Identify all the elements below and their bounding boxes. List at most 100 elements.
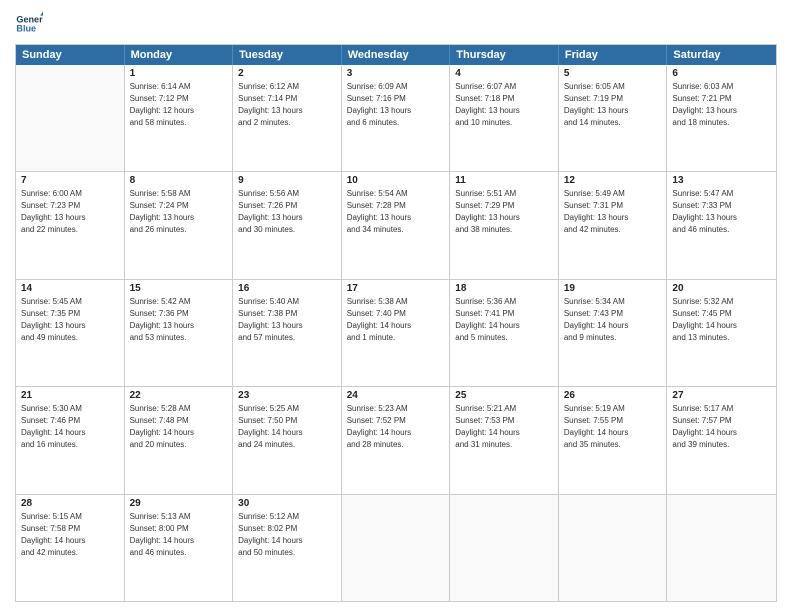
header-day-thursday: Thursday [450,45,559,65]
cal-cell: 16 Sunrise: 5:40 AMSunset: 7:38 PMDayligh… [233,280,342,386]
header: General Blue [15,10,777,38]
cell-info: Sunrise: 5:13 AMSunset: 8:00 PMDaylight:… [130,511,228,559]
cal-cell: 13 Sunrise: 5:47 AMSunset: 7:33 PMDayligh… [667,172,776,278]
cell-info: Sunrise: 5:23 AMSunset: 7:52 PMDaylight:… [347,403,445,451]
day-number: 8 [130,175,228,186]
day-number: 17 [347,283,445,294]
header-day-saturday: Saturday [667,45,776,65]
day-number: 29 [130,498,228,509]
day-number: 25 [455,390,553,401]
cell-info: Sunrise: 5:32 AMSunset: 7:45 PMDaylight:… [672,296,771,344]
day-number: 5 [564,68,662,79]
cal-cell: 10 Sunrise: 5:54 AMSunset: 7:28 PMDayligh… [342,172,451,278]
day-number: 4 [455,68,553,79]
week-row-2: 14Sunrise: 5:45 AMSunset: 7:35 PMDayligh… [16,279,776,386]
cell-info: Sunrise: 5:42 AMSunset: 7:36 PMDaylight:… [130,296,228,344]
page: General Blue SundayMondayTuesdayWednesda… [0,0,792,612]
cal-cell: 7 Sunrise: 6:00 AMSunset: 7:23 PMDaylight… [16,172,125,278]
cal-cell: 18 Sunrise: 5:36 AMSunset: 7:41 PMDayligh… [450,280,559,386]
cal-cell: 11 Sunrise: 5:51 AMSunset: 7:29 PMDayligh… [450,172,559,278]
cal-cell [667,495,776,601]
cell-info: Sunrise: 5:58 AMSunset: 7:24 PMDaylight:… [130,188,228,236]
cell-info: Sunrise: 5:38 AMSunset: 7:40 PMDaylight:… [347,296,445,344]
cal-cell: 14Sunrise: 5:45 AMSunset: 7:35 PMDayligh… [16,280,125,386]
header-day-tuesday: Tuesday [233,45,342,65]
week-row-3: 21 Sunrise: 5:30 AMSunset: 7:46 PMDayligh… [16,386,776,493]
logo-icon: General Blue [15,10,43,38]
week-row-4: 28 Sunrise: 5:15 AMSunset: 7:58 PMDayligh… [16,494,776,601]
day-number: 22 [130,390,228,401]
cell-info: Sunrise: 5:36 AMSunset: 7:41 PMDaylight:… [455,296,553,344]
cal-cell: 30 Sunrise: 5:12 AMSunset: 8:02 PMDayligh… [233,495,342,601]
cell-info: Sunrise: 5:40 AMSunset: 7:38 PMDaylight:… [238,296,336,344]
cal-cell: 28 Sunrise: 5:15 AMSunset: 7:58 PMDayligh… [16,495,125,601]
day-number: 6 [672,68,771,79]
day-number: 18 [455,283,553,294]
cal-cell: 29 Sunrise: 5:13 AMSunset: 8:00 PMDayligh… [125,495,234,601]
cal-cell [559,495,668,601]
day-number: 16 [238,283,336,294]
day-number: 7 [21,175,119,186]
cell-info: Sunrise: 6:05 AMSunset: 7:19 PMDaylight:… [564,81,662,129]
week-row-1: 7 Sunrise: 6:00 AMSunset: 7:23 PMDaylight… [16,171,776,278]
cell-info: Sunrise: 5:21 AMSunset: 7:53 PMDaylight:… [455,403,553,451]
cal-cell: 26 Sunrise: 5:19 AMSunset: 7:55 PMDayligh… [559,387,668,493]
cell-info: Sunrise: 5:15 AMSunset: 7:58 PMDaylight:… [21,511,119,559]
cal-cell: 3Sunrise: 6:09 AMSunset: 7:16 PMDaylight… [342,65,451,171]
cell-info: Sunrise: 5:45 AMSunset: 7:35 PMDaylight:… [21,296,119,344]
cal-cell: 15Sunrise: 5:42 AMSunset: 7:36 PMDayligh… [125,280,234,386]
day-number: 11 [455,175,553,186]
cell-info: Sunrise: 5:34 AMSunset: 7:43 PMDaylight:… [564,296,662,344]
cal-cell [342,495,451,601]
cal-cell: 19Sunrise: 5:34 AMSunset: 7:43 PMDayligh… [559,280,668,386]
cal-cell: 2 Sunrise: 6:12 AMSunset: 7:14 PMDaylight… [233,65,342,171]
cal-cell: 5 Sunrise: 6:05 AMSunset: 7:19 PMDaylight… [559,65,668,171]
cell-info: Sunrise: 5:17 AMSunset: 7:57 PMDaylight:… [672,403,771,451]
day-number: 20 [672,283,771,294]
cell-info: Sunrise: 5:25 AMSunset: 7:50 PMDaylight:… [238,403,336,451]
day-number: 2 [238,68,336,79]
calendar-body: 1 Sunrise: 6:14 AMSunset: 7:12 PMDaylight… [16,65,776,601]
day-number: 13 [672,175,771,186]
day-number: 26 [564,390,662,401]
cell-info: Sunrise: 5:19 AMSunset: 7:55 PMDaylight:… [564,403,662,451]
header-day-sunday: Sunday [16,45,125,65]
cell-info: Sunrise: 5:28 AMSunset: 7:48 PMDaylight:… [130,403,228,451]
cell-info: Sunrise: 5:47 AMSunset: 7:33 PMDaylight:… [672,188,771,236]
cal-cell: 21 Sunrise: 5:30 AMSunset: 7:46 PMDayligh… [16,387,125,493]
day-number: 3 [347,68,445,79]
header-day-monday: Monday [125,45,234,65]
cell-info: Sunrise: 5:12 AMSunset: 8:02 PMDaylight:… [238,511,336,559]
day-number: 28 [21,498,119,509]
cell-info: Sunrise: 6:00 AMSunset: 7:23 PMDaylight:… [21,188,119,236]
cal-cell: 17 Sunrise: 5:38 AMSunset: 7:40 PMDayligh… [342,280,451,386]
cell-info: Sunrise: 6:14 AMSunset: 7:12 PMDaylight:… [130,81,228,129]
calendar: SundayMondayTuesdayWednesdayThursdayFrid… [15,44,777,602]
header-day-friday: Friday [559,45,668,65]
cell-info: Sunrise: 6:03 AMSunset: 7:21 PMDaylight:… [672,81,771,129]
cell-info: Sunrise: 5:54 AMSunset: 7:28 PMDaylight:… [347,188,445,236]
cal-cell: 25 Sunrise: 5:21 AMSunset: 7:53 PMDayligh… [450,387,559,493]
cell-info: Sunrise: 5:51 AMSunset: 7:29 PMDaylight:… [455,188,553,236]
cal-cell: 23Sunrise: 5:25 AMSunset: 7:50 PMDayligh… [233,387,342,493]
cal-cell: 6 Sunrise: 6:03 AMSunset: 7:21 PMDaylight… [667,65,776,171]
cal-cell [16,65,125,171]
cal-cell: 1 Sunrise: 6:14 AMSunset: 7:12 PMDaylight… [125,65,234,171]
calendar-header: SundayMondayTuesdayWednesdayThursdayFrid… [16,45,776,65]
cell-info: Sunrise: 6:12 AMSunset: 7:14 PMDaylight:… [238,81,336,129]
day-number: 9 [238,175,336,186]
day-number: 27 [672,390,771,401]
day-number: 12 [564,175,662,186]
cell-info: Sunrise: 5:30 AMSunset: 7:46 PMDaylight:… [21,403,119,451]
day-number: 21 [21,390,119,401]
cal-cell [450,495,559,601]
day-number: 1 [130,68,228,79]
day-number: 10 [347,175,445,186]
cell-info: Sunrise: 6:07 AMSunset: 7:18 PMDaylight:… [455,81,553,129]
cal-cell: 8 Sunrise: 5:58 AMSunset: 7:24 PMDaylight… [125,172,234,278]
cal-cell: 20 Sunrise: 5:32 AMSunset: 7:45 PMDayligh… [667,280,776,386]
day-number: 30 [238,498,336,509]
cal-cell: 22 Sunrise: 5:28 AMSunset: 7:48 PMDayligh… [125,387,234,493]
week-row-0: 1 Sunrise: 6:14 AMSunset: 7:12 PMDaylight… [16,65,776,171]
cal-cell: 9Sunrise: 5:56 AMSunset: 7:26 PMDaylight… [233,172,342,278]
